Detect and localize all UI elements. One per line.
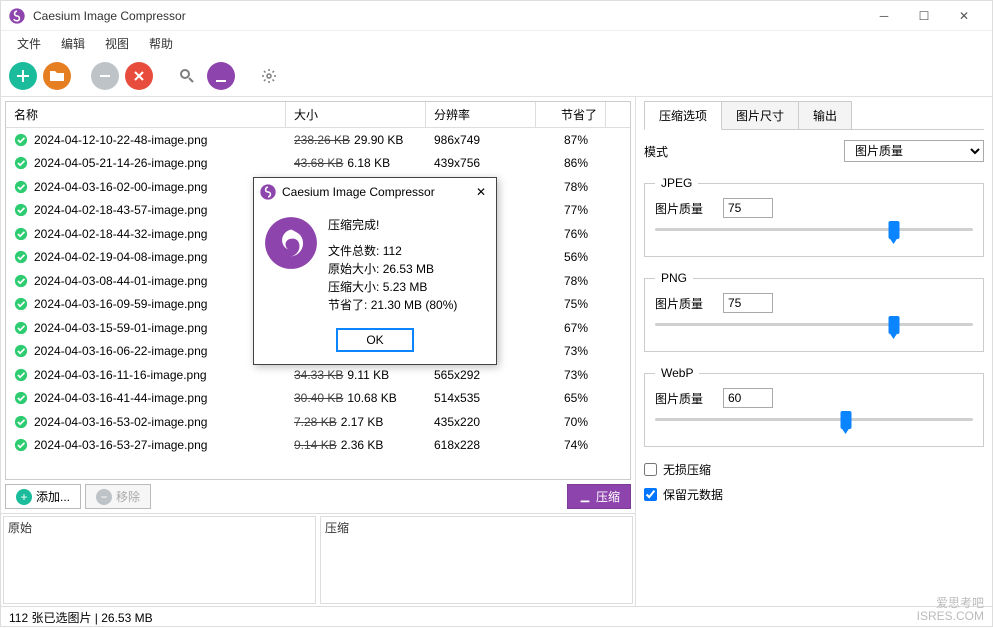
lossless-label: 无损压缩 — [663, 461, 711, 478]
dialog-heading: 压缩完成! — [328, 216, 457, 234]
col-header-size[interactable]: 大小 — [286, 102, 426, 127]
minimize-button[interactable]: ─ — [864, 2, 904, 30]
png-group: PNG 图片质量 — [644, 271, 984, 352]
col-header-resolution[interactable]: 分辨率 — [426, 102, 536, 127]
right-panel: 压缩选项 图片尺寸 输出 模式 图片质量 JPEG 图片质量 PNG 图片质量 — [636, 97, 992, 606]
webp-quality-slider[interactable] — [655, 408, 973, 432]
webp-group: WebP 图片质量 — [644, 366, 984, 447]
mode-select[interactable]: 图片质量 — [844, 140, 984, 162]
preview-compressed: 压缩 — [320, 516, 633, 604]
jpeg-quality-input[interactable] — [723, 198, 773, 218]
toolbar-delete-button[interactable] — [125, 62, 153, 90]
table-row[interactable]: 2024-04-03-16-41-44-image.png30.40 KB10.… — [6, 387, 630, 411]
preview-original-label: 原始 — [4, 517, 315, 538]
dialog-title: Caesium Image Compressor — [282, 185, 466, 199]
tabs: 压缩选项 图片尺寸 输出 — [644, 101, 984, 130]
lossless-checkbox[interactable] — [644, 463, 657, 476]
close-button[interactable]: ✕ — [944, 2, 984, 30]
toolbar-search-button[interactable] — [173, 62, 201, 90]
png-quality-label: 图片质量 — [655, 295, 715, 312]
webp-quality-input[interactable] — [723, 388, 773, 408]
menu-edit[interactable]: 编辑 — [51, 31, 95, 56]
table-row[interactable]: 2024-04-03-16-53-02-image.png7.28 KB2.17… — [6, 410, 630, 434]
menubar: 文件 编辑 视图 帮助 — [1, 31, 992, 55]
jpeg-legend: JPEG — [655, 176, 698, 190]
app-icon — [9, 8, 25, 24]
table-header: 名称 大小 分辨率 节省了 — [5, 101, 631, 128]
window-title: Caesium Image Compressor — [33, 9, 864, 23]
statusbar: 112 张已选图片 | 26.53 MB — [1, 606, 992, 628]
titlebar: Caesium Image Compressor ─ ☐ ✕ — [1, 1, 992, 31]
maximize-button[interactable]: ☐ — [904, 2, 944, 30]
menu-view[interactable]: 视图 — [95, 31, 139, 56]
webp-quality-label: 图片质量 — [655, 390, 715, 407]
png-quality-slider[interactable] — [655, 313, 973, 337]
compress-button-label: 压缩 — [596, 488, 620, 505]
tab-compress[interactable]: 压缩选项 — [644, 101, 722, 130]
preview-compressed-label: 压缩 — [321, 517, 632, 538]
tab-size[interactable]: 图片尺寸 — [721, 101, 799, 129]
toolbar-settings-button[interactable] — [255, 62, 283, 90]
toolbar-compress-button[interactable] — [207, 62, 235, 90]
jpeg-group: JPEG 图片质量 — [644, 176, 984, 257]
dialog-close-icon[interactable]: ✕ — [472, 185, 490, 199]
png-legend: PNG — [655, 271, 693, 285]
tab-output[interactable]: 输出 — [798, 101, 852, 129]
toolbar-remove-button[interactable] — [91, 62, 119, 90]
dialog-app-icon — [260, 184, 276, 200]
table-row[interactable]: 2024-04-03-16-11-16-image.png34.33 KB9.1… — [6, 363, 630, 387]
col-header-name[interactable]: 名称 — [6, 102, 286, 127]
webp-legend: WebP — [655, 366, 699, 380]
toolbar — [1, 55, 992, 97]
menu-file[interactable]: 文件 — [7, 31, 51, 56]
status-text: 112 张已选图片 | 26.53 MB — [9, 609, 153, 626]
action-row: + 添加... − 移除 压缩 — [1, 480, 635, 513]
keep-meta-label: 保留元数据 — [663, 486, 723, 503]
add-button[interactable]: + 添加... — [5, 484, 81, 509]
remove-button-label: 移除 — [116, 488, 140, 505]
add-button-label: 添加... — [36, 488, 70, 505]
dialog-logo-icon — [264, 216, 318, 270]
preview-original: 原始 — [3, 516, 316, 604]
dialog-text: 压缩完成! 文件总数: 112 原始大小: 26.53 MB 压缩大小: 5.2… — [328, 216, 457, 314]
dialog-ok-button[interactable]: OK — [336, 328, 413, 352]
preview-row: 原始 压缩 — [1, 513, 635, 606]
jpeg-quality-label: 图片质量 — [655, 200, 715, 217]
png-quality-input[interactable] — [723, 293, 773, 313]
table-row[interactable]: 2024-04-12-10-22-48-image.png238.26 KB29… — [6, 128, 630, 152]
keep-meta-checkbox[interactable] — [644, 488, 657, 501]
toolbar-add-button[interactable] — [9, 62, 37, 90]
col-header-saved[interactable]: 节省了 — [536, 102, 606, 127]
remove-button[interactable]: − 移除 — [85, 484, 151, 509]
jpeg-quality-slider[interactable] — [655, 218, 973, 242]
completion-dialog: Caesium Image Compressor ✕ 压缩完成! 文件总数: 1… — [253, 177, 497, 365]
mode-label: 模式 — [644, 143, 844, 160]
menu-help[interactable]: 帮助 — [139, 31, 183, 56]
compress-button[interactable]: 压缩 — [567, 484, 631, 509]
table-row[interactable]: 2024-04-03-16-53-27-image.png9.14 KB2.36… — [6, 434, 630, 458]
table-row[interactable]: 2024-04-05-21-14-26-image.png43.68 KB6.1… — [6, 152, 630, 176]
toolbar-folder-button[interactable] — [43, 62, 71, 90]
watermark: 爱思考吧ISRES.COM — [917, 597, 984, 623]
